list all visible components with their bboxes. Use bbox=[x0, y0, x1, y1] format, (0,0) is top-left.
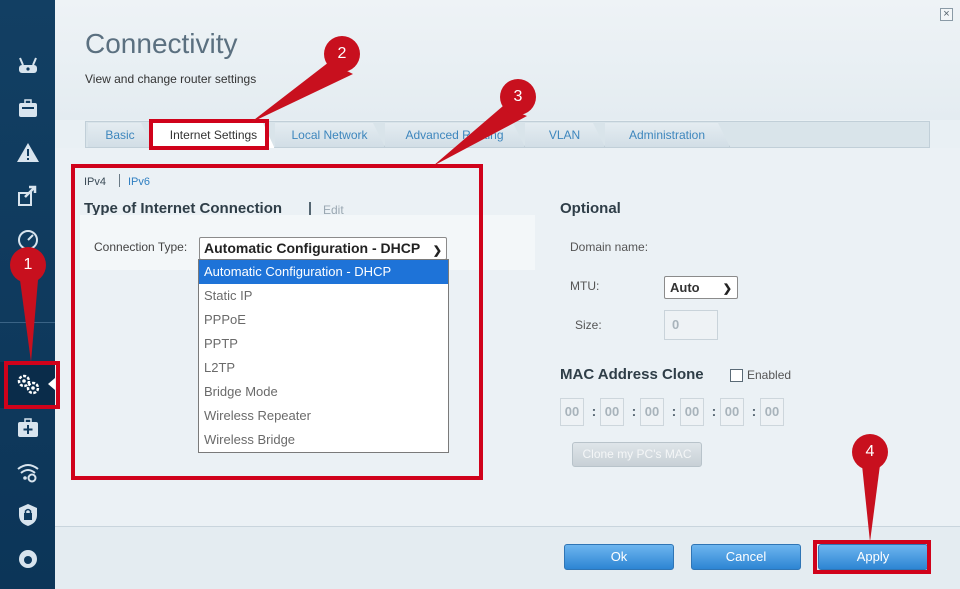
mac-clone-heading: MAC Address Clone bbox=[560, 366, 704, 383]
mac-clone-enabled-label: Enabled bbox=[747, 368, 792, 382]
mtu-label: MTU: bbox=[570, 279, 600, 293]
domain-name-label: Domain name: bbox=[570, 240, 649, 254]
cancel-button[interactable]: Cancel bbox=[691, 544, 801, 570]
mac-separator: : bbox=[671, 403, 677, 419]
size-input[interactable]: 0 bbox=[664, 310, 718, 340]
tab-basic[interactable]: Basic bbox=[88, 123, 153, 147]
annotation-frame-2 bbox=[149, 119, 269, 150]
mac-octet-field[interactable]: 00 bbox=[760, 398, 784, 426]
annotation-frame-4 bbox=[813, 540, 931, 574]
mac-separator: : bbox=[751, 403, 757, 419]
tab-local-network[interactable]: Local Network bbox=[275, 123, 385, 147]
mac-octet-field[interactable]: 00 bbox=[600, 398, 624, 426]
size-label: Size: bbox=[575, 318, 602, 332]
callout-2: 2 bbox=[324, 36, 360, 72]
callout-4: 4 bbox=[852, 434, 888, 470]
tab-administration[interactable]: Administration bbox=[605, 123, 730, 147]
lock-shield-icon[interactable] bbox=[10, 499, 46, 531]
page-subtitle: View and change router settings bbox=[85, 72, 257, 86]
annotation-frame-3 bbox=[71, 164, 483, 480]
toolbox-icon[interactable] bbox=[10, 93, 46, 125]
mtu-value: Auto bbox=[670, 280, 700, 295]
router-icon[interactable] bbox=[10, 50, 46, 82]
callout-3: 3 bbox=[500, 79, 536, 115]
chevron-down-icon: ❯ bbox=[722, 283, 732, 295]
mac-octet-field[interactable]: 00 bbox=[680, 398, 704, 426]
mac-octet-field[interactable]: 00 bbox=[640, 398, 664, 426]
optional-heading: Optional bbox=[560, 200, 621, 217]
ok-button[interactable]: Ok bbox=[564, 544, 674, 570]
wifi-gear-icon[interactable] bbox=[10, 456, 46, 488]
sidebar bbox=[0, 0, 55, 589]
mac-separator: : bbox=[711, 403, 717, 419]
annotation-frame-1 bbox=[4, 361, 60, 409]
mtu-select[interactable]: Auto ❯ bbox=[664, 276, 738, 299]
page-title: Connectivity bbox=[85, 28, 238, 59]
tab-advanced-routing[interactable]: Advanced Routing bbox=[385, 123, 525, 147]
sidebar-divider bbox=[0, 322, 55, 323]
close-icon[interactable]: × bbox=[940, 8, 953, 21]
mac-separator: : bbox=[591, 403, 597, 419]
mac-separator: : bbox=[631, 403, 637, 419]
callout-1: 1 bbox=[10, 247, 46, 283]
warning-network-icon[interactable] bbox=[10, 137, 46, 169]
mac-octet-field[interactable]: 00 bbox=[560, 398, 584, 426]
clone-mac-button[interactable]: Clone my PC's MAC bbox=[572, 442, 702, 467]
medical-kit-icon[interactable] bbox=[10, 412, 46, 444]
mac-clone-checkbox[interactable] bbox=[730, 369, 743, 382]
share-arrow-icon[interactable] bbox=[10, 180, 46, 212]
tab-vlan[interactable]: VLAN bbox=[525, 123, 605, 147]
mac-octet-field[interactable]: 00 bbox=[720, 398, 744, 426]
parental-icon[interactable] bbox=[10, 543, 46, 575]
